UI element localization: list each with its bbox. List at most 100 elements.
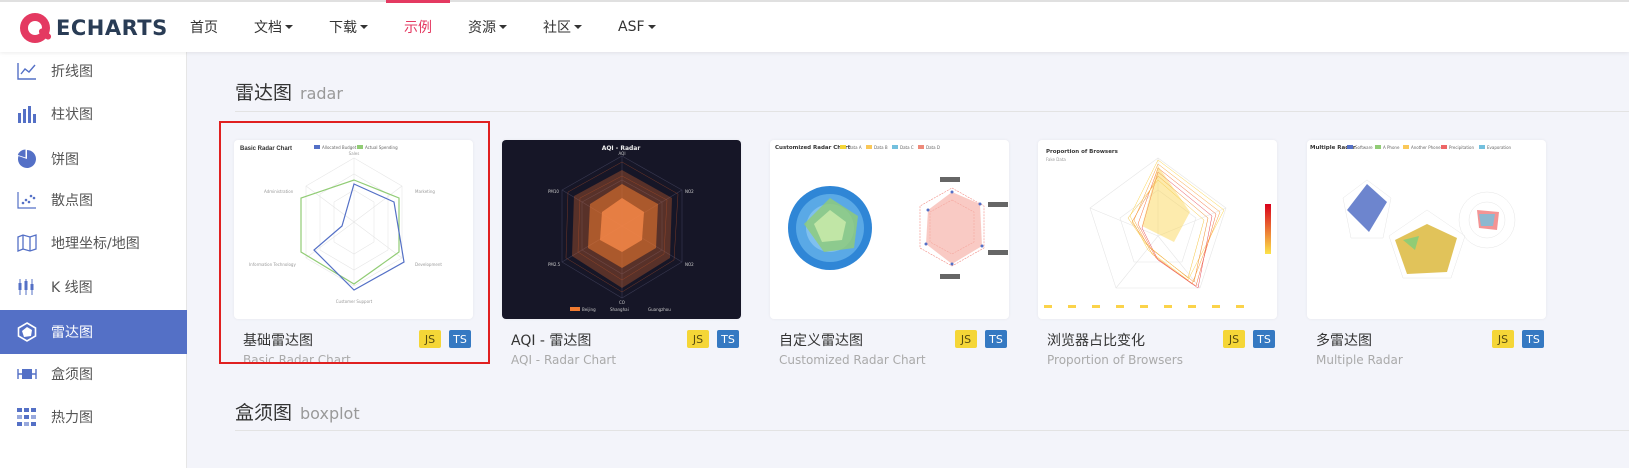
- ts-badge[interactable]: TS: [449, 330, 471, 348]
- sidebar-item-line[interactable]: 折线图: [0, 49, 187, 93]
- sidebar-item-bar[interactable]: 柱状图: [0, 92, 187, 136]
- thumb-axis-label: CO: [619, 300, 625, 305]
- thumb-axis-label: PM2.5: [548, 262, 561, 267]
- main-nav: 首页 文档 下载 示例 资源 社区 ASF: [172, 0, 674, 52]
- pie-chart-icon: [17, 149, 37, 169]
- nav-download[interactable]: 下载: [311, 2, 386, 52]
- sidebar-item-label: 地理坐标/地图: [51, 236, 140, 252]
- thumb-legend-label: Data C: [900, 145, 914, 150]
- thumb-legend-label: Data A: [848, 145, 862, 150]
- thumb-axis-label: Customer Support: [336, 299, 373, 304]
- map-icon: [17, 233, 37, 253]
- js-badge[interactable]: JS: [1492, 330, 1514, 348]
- nav-label: ASF: [618, 19, 645, 35]
- candlestick-icon: [17, 277, 37, 297]
- sidebar-item-label: 散点图: [51, 193, 93, 209]
- ts-badge[interactable]: TS: [717, 330, 739, 348]
- example-title[interactable]: 自定义雷达图: [779, 330, 863, 350]
- thumb-axis-label: Development: [415, 262, 442, 267]
- js-badge[interactable]: JS: [419, 330, 441, 348]
- example-title[interactable]: 基础雷达图: [243, 330, 313, 350]
- sidebar-item-boxplot[interactable]: 盒须图: [0, 352, 187, 396]
- ts-badge[interactable]: TS: [985, 330, 1007, 348]
- bar-chart-icon: [17, 104, 37, 124]
- thumb-legend-label: Shanghai: [610, 307, 629, 312]
- nav-label: 社区: [543, 20, 571, 36]
- sidebar-item-label: 折线图: [51, 64, 93, 80]
- example-card-aqi-radar[interactable]: AQI - Radar AQI NO2 NO2 CO PM10 PM2.5 Be…: [502, 140, 741, 367]
- example-thumbnail[interactable]: AQI - Radar AQI NO2 NO2 CO PM10 PM2.5 Be…: [502, 140, 741, 319]
- caret-down-icon: [285, 25, 293, 29]
- ts-badge[interactable]: TS: [1253, 330, 1275, 348]
- js-badge[interactable]: JS: [955, 330, 977, 348]
- example-title[interactable]: 浏览器占比变化: [1047, 330, 1145, 350]
- thumb-legend-label: Data D: [926, 145, 940, 150]
- example-subtitle: AQI - Radar Chart: [511, 353, 617, 367]
- example-title[interactable]: AQI - 雷达图: [511, 330, 591, 350]
- example-thumbnail[interactable]: Basic Radar Chart Allocated Budget Actua…: [234, 140, 473, 319]
- thumb-axis-label: AQI: [619, 151, 626, 156]
- nav-label: 文档: [254, 20, 282, 36]
- nav-resources[interactable]: 资源: [450, 2, 525, 52]
- sidebar-item-label: 柱状图: [51, 107, 93, 123]
- sidebar-item-radar[interactable]: 雷达图: [0, 310, 187, 354]
- section-title-en: boxplot: [300, 404, 360, 423]
- sidebar-item-label: 盒须图: [51, 367, 93, 383]
- thumb-legend-label: Actual Spending: [365, 145, 398, 150]
- thumb-title: Basic Radar Chart: [240, 146, 292, 152]
- example-card-browser-proportion[interactable]: Proportion of Browsers Fake Data 浏览器占比变化…: [1038, 140, 1277, 367]
- scatter-chart-icon: [17, 190, 37, 210]
- nav-community[interactable]: 社区: [525, 2, 600, 52]
- thumb-axis-label: Administration: [264, 189, 294, 194]
- thumb-legend-label: Evaporation: [1487, 145, 1512, 150]
- nav-label: 下载: [329, 20, 357, 36]
- sidebar-item-candlestick[interactable]: K 线图: [0, 265, 187, 309]
- nav-home[interactable]: 首页: [172, 2, 236, 52]
- thumb-legend-label: A Phone: [1383, 145, 1400, 150]
- echarts-logo[interactable]: ECHARTS: [20, 11, 168, 45]
- js-badge[interactable]: JS: [1223, 330, 1245, 348]
- section-divider: [235, 430, 1629, 431]
- sidebar-item-pie[interactable]: 饼图: [0, 137, 187, 181]
- radar-chart-icon: [17, 322, 37, 342]
- thumb-legend-label: Beijing: [582, 307, 596, 312]
- ts-badge[interactable]: TS: [1522, 330, 1544, 348]
- sidebar-item-scatter[interactable]: 散点图: [0, 178, 187, 222]
- thumb-legend-label: Precipitation: [1449, 145, 1474, 150]
- sidebar-item-label: 饼图: [51, 152, 79, 168]
- thumb-legend-label: Allocated Budget: [322, 145, 357, 150]
- caret-down-icon: [360, 25, 368, 29]
- example-subtitle: Multiple Radar: [1316, 353, 1403, 367]
- example-card-multiple-radar[interactable]: Multiple Radar Software A Phone Another …: [1307, 140, 1546, 367]
- sidebar-item-label: 热力图: [51, 410, 93, 426]
- js-badge[interactable]: JS: [687, 330, 709, 348]
- caret-down-icon: [499, 25, 507, 29]
- sidebar-item-heatmap[interactable]: 热力图: [0, 395, 187, 439]
- top-navbar: ECHARTS 首页 文档 下载 示例 资源 社区 ASF: [0, 0, 1629, 52]
- thumb-legend-label: Data B: [874, 145, 888, 150]
- example-thumbnail[interactable]: Customized Radar Chart Data A Data B Dat…: [770, 140, 1009, 319]
- section-title-text: 盒须图: [235, 402, 293, 424]
- example-thumbnail[interactable]: Proportion of Browsers Fake Data: [1038, 140, 1277, 319]
- thumb-title: Proportion of Browsers: [1046, 149, 1119, 155]
- nav-examples[interactable]: 示例: [386, 0, 450, 52]
- example-card-customized-radar[interactable]: Customized Radar Chart Data A Data B Dat…: [770, 140, 1009, 367]
- thumb-legend-label: Guangzhou: [648, 307, 671, 312]
- sidebar-item-label: 雷达图: [51, 325, 93, 341]
- nav-asf[interactable]: ASF: [600, 2, 674, 52]
- thumb-axis-label: NO2: [685, 189, 694, 194]
- nav-docs[interactable]: 文档: [236, 2, 311, 52]
- section-title-boxplot: 盒须图 boxplot: [235, 398, 360, 425]
- example-card-basic-radar[interactable]: Basic Radar Chart Allocated Budget Actua…: [234, 140, 473, 367]
- caret-down-icon: [647, 25, 656, 29]
- thumb-legend-label: Software: [1355, 145, 1373, 150]
- example-title[interactable]: 多雷达图: [1316, 330, 1372, 350]
- example-thumbnail[interactable]: Multiple Radar Software A Phone Another …: [1307, 140, 1546, 319]
- sidebar-item-map[interactable]: 地理坐标/地图: [0, 221, 187, 265]
- section-title-en: radar: [300, 84, 343, 103]
- thumb-axis-label: NO2: [685, 262, 694, 267]
- caret-down-icon: [574, 25, 582, 29]
- nav-label: 资源: [468, 20, 496, 36]
- echarts-logo-icon: [20, 13, 50, 43]
- thumb-legend-label: Another Phone: [1411, 145, 1441, 150]
